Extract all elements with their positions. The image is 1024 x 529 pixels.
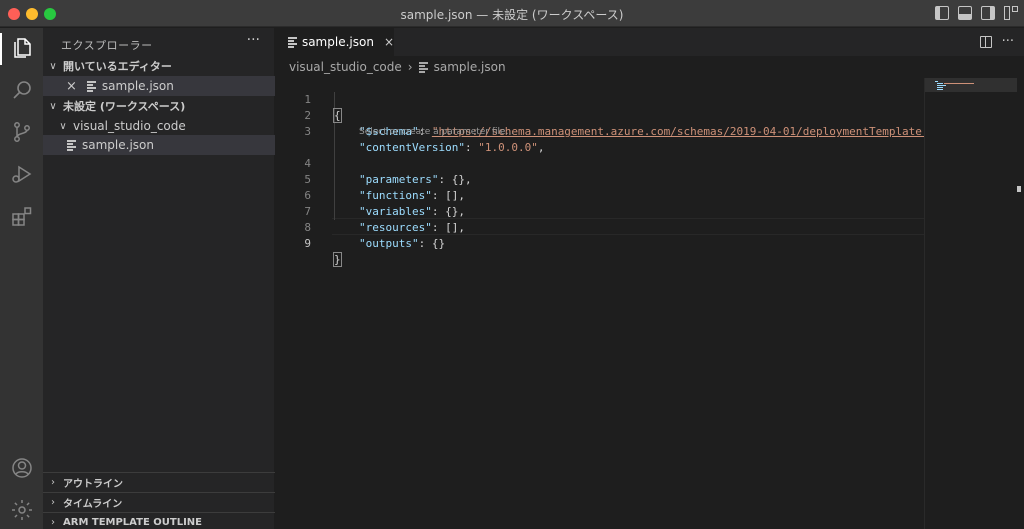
gear-icon[interactable] [9,497,34,522]
open-editors-label: 開いているエディター [63,60,172,73]
line-number: 3 [304,125,311,138]
file-item[interactable]: sample.json [43,135,275,155]
editor-tab-bar: sample.json × ··· [276,28,1024,56]
more-actions-icon[interactable]: ··· [247,32,260,48]
json-value: {} [431,237,446,250]
explorer-sidebar: エクスプローラー ··· ∨ 開いているエディター × sample.json … [43,28,275,529]
code-line-9: 9 } [276,220,924,267]
breadcrumb-separator: › [407,60,413,74]
tab-sample-json[interactable]: sample.json × [276,28,394,56]
minimap-line [935,81,938,82]
timeline-section[interactable]: › タイムライン [43,492,275,512]
scrollbar-marker[interactable] [1017,186,1021,192]
close-icon[interactable]: × [384,35,394,49]
breadcrumb-folder[interactable]: visual_studio_code [289,60,402,74]
open-editor-item[interactable]: × sample.json [43,76,275,96]
source-control-icon[interactable] [9,119,34,144]
more-actions-icon[interactable]: ··· [1002,34,1014,49]
open-editor-label: sample.json [101,79,174,93]
code-line-3: 3 "contentVersion": "1.0.0.0", [276,108,924,154]
account-icon[interactable] [9,455,34,480]
breadcrumb-file[interactable]: sample.json [434,60,506,74]
breadcrumb: visual_studio_code › sample.json [276,56,1024,78]
folder-item[interactable]: ∨ visual_studio_code [43,116,275,136]
code-line-8: 8 "outputs": {} [276,204,924,250]
chevron-down-icon: ∨ [49,100,57,112]
json-file-icon [67,140,76,151]
code-line-2: 2 "$schema": "https://schema.management.… [276,92,924,138]
minimap-line [944,83,974,84]
arm-template-outline-section[interactable]: › ARM TEMPLATE OUTLINE [43,512,275,529]
json-file-icon [86,81,96,92]
minimap-line [937,85,946,86]
outline-label: アウトライン [63,479,123,490]
sidebar-title: エクスプローラー [61,39,153,52]
code-line-4: 4 "parameters": {}, [276,140,924,186]
timeline-label: タイムライン [63,499,123,510]
file-label: sample.json [82,138,154,152]
search-icon[interactable] [9,77,34,102]
workspace-label: 未設定 (ワークスペース) [63,100,186,113]
code-line-5: 5 "functions": [], [276,156,924,202]
codelens-parameter-file[interactable]: Select or create a parameter file... [359,127,514,137]
close-brace: } [333,252,342,267]
json-file-icon [288,37,297,48]
minimap-line [937,83,943,84]
chevron-right-icon: › [51,517,55,528]
chevron-right-icon: › [51,497,55,508]
code-editor[interactable]: 1 { 2 "$schema": "https://schema.managem… [276,78,924,529]
extensions-icon[interactable] [9,203,34,228]
files-icon[interactable] [9,35,34,60]
activity-bar [0,28,43,529]
code-line-7: 7 "resources": [], [276,188,924,234]
code-line-6: 6 "variables": {}, [276,172,924,218]
title-bar: sample.json — 未設定 (ワークスペース) [0,0,1024,27]
minimap-line [937,87,943,88]
toggle-panel-icon[interactable] [958,6,972,20]
minimap[interactable] [924,78,1024,529]
line-number: 9 [304,237,311,250]
workspace-header[interactable]: ∨ 未設定 (ワークスペース) [43,96,275,116]
outline-section[interactable]: › アウトライン [43,472,275,492]
chevron-right-icon: › [51,477,55,488]
arm-outline-label: ARM TEMPLATE OUTLINE [63,517,203,528]
toggle-secondary-sidebar-icon[interactable] [981,6,995,20]
folder-label: visual_studio_code [73,119,186,133]
code-line-1: 1 { [276,78,924,123]
window-title: sample.json — 未設定 (ワークスペース) [400,8,624,22]
close-icon[interactable]: × [66,79,77,94]
tab-label: sample.json [301,35,374,49]
active-indicator [0,33,2,65]
customize-layout-icon[interactable] [1004,6,1018,20]
json-colon: : [418,237,432,250]
chevron-down-icon: ∨ [59,120,67,132]
toggle-primary-sidebar-icon[interactable] [935,6,949,20]
minimap-line [937,89,943,90]
json-file-icon [418,62,428,73]
split-editor-icon[interactable] [979,36,992,48]
json-key: "outputs" [359,237,419,250]
open-editors-header[interactable]: ∨ 開いているエディター [43,56,275,76]
run-debug-icon[interactable] [9,161,34,186]
chevron-down-icon: ∨ [49,60,57,72]
